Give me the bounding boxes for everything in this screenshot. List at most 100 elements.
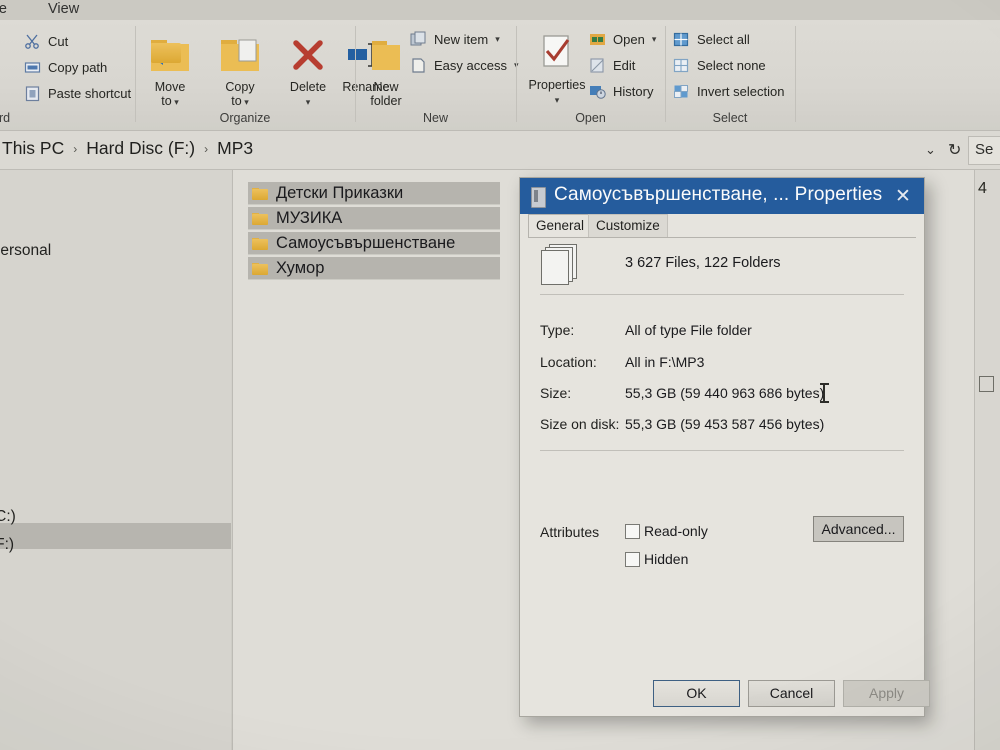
size-value: 55,3 GB (59 440 963 686 bytes) <box>625 385 825 401</box>
list-item-label: Хумор <box>276 258 325 277</box>
chevron-down-icon[interactable]: ▾ <box>172 97 179 107</box>
select-none-grid-icon <box>673 57 690 74</box>
ribbon: Cut Copy path Paste shortcut ard <box>0 20 1000 131</box>
new-item-button[interactable]: New item ▾ <box>410 31 500 48</box>
group-label-clipboard: ard <box>0 111 11 125</box>
list-item[interactable]: Хумор <box>248 257 500 280</box>
properties-button[interactable]: Properties ▾ <box>524 31 590 106</box>
copy-to-label: Copy <box>225 80 255 94</box>
copy-to-folder-icon <box>210 33 270 77</box>
folder-icon <box>252 187 268 200</box>
group-select: Select all Select none Invert selection … <box>666 20 794 130</box>
invert-selection-button[interactable]: Invert selection <box>673 83 784 100</box>
ok-button[interactable]: OK <box>653 680 740 707</box>
delete-button[interactable]: Delete ▾ <box>278 33 338 108</box>
advanced-button[interactable]: Advanced... <box>813 516 904 542</box>
breadcrumb-this-pc[interactable]: This PC <box>2 138 64 159</box>
group-open: Properties ▾ Open ▾ Edit History Open <box>517 20 664 130</box>
apply-button: Apply <box>843 680 930 707</box>
edit-button[interactable]: Edit <box>589 57 635 74</box>
cancel-button[interactable]: Cancel <box>748 680 835 707</box>
breadcrumb: This PC › Hard Disc (F:) › MP3 <box>2 138 253 159</box>
folder-icon <box>252 262 268 275</box>
chevron-down-icon[interactable]: ⌄ <box>925 142 936 158</box>
group-label-select: Select <box>712 111 748 125</box>
move-to-button[interactable]: Move to ▾ <box>140 33 200 108</box>
properties-checkmark-icon <box>524 31 590 75</box>
search-text: Se <box>975 141 994 158</box>
navigation-pane[interactable]: s Personal s s s (C:) (F:) <box>0 170 231 750</box>
new-folder-button[interactable]: New folder <box>356 33 416 108</box>
paste-shortcut-label: Paste shortcut <box>48 86 132 101</box>
close-icon[interactable]: ✕ <box>892 185 914 207</box>
new-item-label: New item <box>434 32 489 47</box>
tab-view[interactable]: View <box>48 1 79 17</box>
location-value: All in F:\MP3 <box>625 354 705 370</box>
new-item-icon <box>410 31 427 48</box>
copy-to-label2: to <box>231 94 242 108</box>
dialog-title-bar[interactable]: Самоусъвършенстване, ... Properties ✕ <box>520 178 924 214</box>
screen-photo: are View Cut Copy path Paste <box>0 0 1000 750</box>
hidden-checkbox[interactable] <box>625 552 640 567</box>
size-label: Size: <box>540 385 572 401</box>
edit-label: Edit <box>613 58 636 73</box>
cut-label: Cut <box>48 34 69 49</box>
group-label-new: New <box>422 111 448 125</box>
select-none-label: Select none <box>697 58 766 73</box>
cut-button[interactable]: Cut <box>24 33 68 50</box>
history-button[interactable]: History <box>589 83 653 100</box>
breadcrumb-separator: › <box>204 141 209 156</box>
read-only-checkbox[interactable] <box>625 524 640 539</box>
chevron-down-icon[interactable]: ▾ <box>306 97 311 107</box>
group-new: New folder New item ▾ Easy access ▾ New <box>356 20 519 130</box>
scissors-icon <box>24 33 41 50</box>
group-label-open: Open <box>575 111 606 125</box>
ribbon-tabstrip: are View <box>0 0 1000 20</box>
nav-item-drive-c[interactable]: (C:) <box>0 508 16 526</box>
chevron-down-icon[interactable]: ▾ <box>652 34 657 45</box>
breadcrumb-mp3[interactable]: MP3 <box>217 138 253 159</box>
multiple-items-icon <box>529 187 546 208</box>
breadcrumb-hard-disc-f[interactable]: Hard Disc (F:) <box>86 138 195 159</box>
paste-shortcut-button[interactable]: Paste shortcut <box>24 85 131 102</box>
properties-label: Properties <box>528 78 586 92</box>
breadcrumb-separator: › <box>73 141 78 156</box>
chevron-down-icon[interactable]: ▾ <box>555 95 560 105</box>
address-bar[interactable]: This PC › Hard Disc (F:) › MP3 ⌄ ↻ Se <box>0 131 1000 170</box>
open-button[interactable]: Open ▾ <box>589 31 656 48</box>
copy-path-button[interactable]: Copy path <box>24 59 107 76</box>
refresh-icon[interactable]: ↻ <box>948 140 961 160</box>
folder-icon <box>252 237 268 250</box>
details-item-icon <box>979 376 994 392</box>
properties-dialog[interactable]: Самоусъвършенстване, ... Properties ✕ Ge… <box>519 177 930 717</box>
type-label: Type: <box>540 322 575 338</box>
tab-general[interactable]: General <box>528 214 593 238</box>
list-item[interactable]: Детски Приказки <box>248 182 500 205</box>
tab-share[interactable]: are <box>0 1 7 17</box>
move-to-label2: to <box>161 94 172 108</box>
select-all-button[interactable]: Select all <box>673 31 750 48</box>
text-ibeam-cursor <box>820 383 829 403</box>
red-x-delete-icon <box>278 33 338 77</box>
easy-access-button[interactable]: Easy access ▾ <box>410 57 519 74</box>
nav-item-drive-f[interactable]: (F:) <box>0 536 14 554</box>
folder-icon <box>252 212 268 225</box>
size-on-disk-value: 55,3 GB (59 453 587 456 bytes) <box>625 416 825 432</box>
list-item[interactable]: Самоусъвършенстване <box>248 232 500 255</box>
chevron-down-icon[interactable]: ▾ <box>495 34 500 45</box>
select-none-button[interactable]: Select none <box>673 57 766 74</box>
nav-item-personal[interactable]: Personal <box>0 242 51 260</box>
group-organize: Move to ▾ Copy to ▾ Delete ▾ Rename Orga… <box>136 20 390 130</box>
move-to-folder-icon <box>140 33 200 77</box>
details-item-count: 4 <box>978 180 987 197</box>
new-folder-icon <box>356 33 416 77</box>
group-clipboard: Cut Copy path Paste shortcut ard <box>0 20 148 130</box>
tab-customize[interactable]: Customize <box>588 214 668 238</box>
list-item-label: Детски Приказки <box>276 183 404 202</box>
dialog-body: 3 627 Files, 122 Folders Type: All of ty… <box>520 238 930 716</box>
search-input[interactable]: Se <box>968 136 1000 165</box>
open-folder-icon <box>589 31 606 48</box>
list-item[interactable]: МУЗИКА <box>248 207 500 230</box>
chevron-down-icon[interactable]: ▾ <box>242 97 249 107</box>
copy-to-button[interactable]: Copy to ▾ <box>210 33 270 108</box>
